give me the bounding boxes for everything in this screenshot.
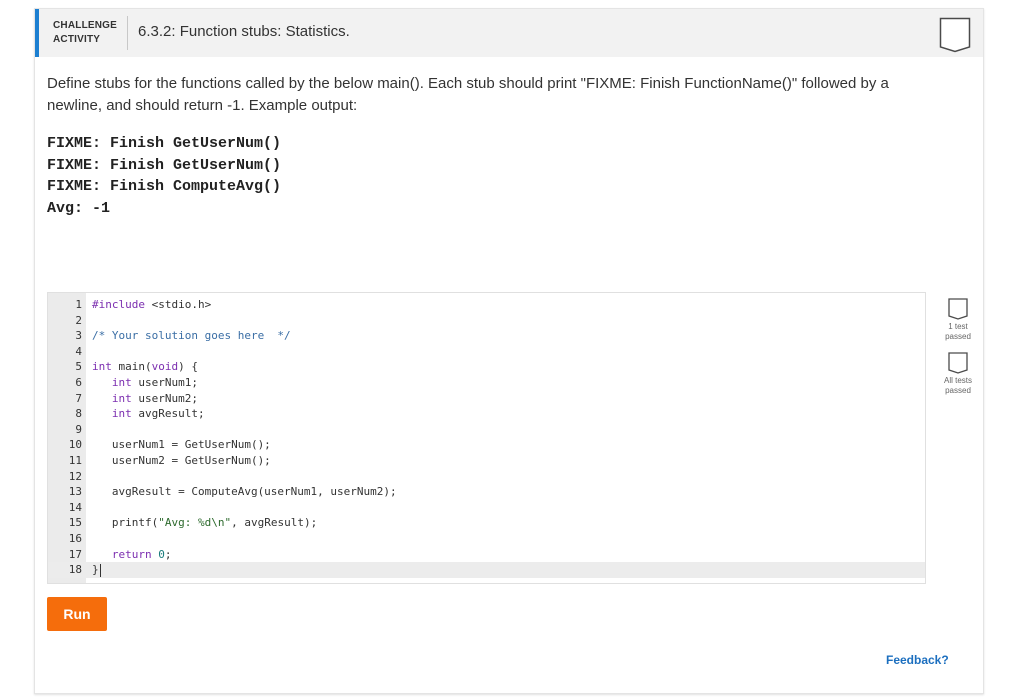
code-text: int avgResult; [92, 406, 205, 422]
run-button[interactable]: Run [47, 597, 107, 631]
line-number: 15 [48, 515, 82, 531]
code-editor[interactable]: 1 #include <stdio.h> 23 /* Your solution go… [47, 292, 926, 584]
label-line-activity: ACTIVITY [53, 33, 117, 47]
line-number: 6 [48, 375, 82, 391]
code-text: int userNum1; [92, 375, 198, 391]
line-number: 4 [48, 344, 82, 360]
test-status-item: All testspassed [931, 352, 985, 396]
line-number: 3 [48, 328, 82, 344]
code-line[interactable]: 12 [48, 469, 925, 485]
code-text: } [92, 562, 101, 578]
code-line[interactable]: 4 [48, 344, 925, 360]
code-line[interactable]: 11 userNum2 = GetUserNum(); [48, 453, 925, 469]
activity-title: 6.3.2: Function stubs: Statistics. [138, 23, 350, 40]
code-line[interactable]: 17 return 0; [48, 547, 925, 563]
code-line[interactable]: 9 [48, 422, 925, 438]
line-number: 14 [48, 500, 82, 516]
code-text: /* Your solution goes here */ [92, 328, 291, 344]
code-line[interactable]: 2 [48, 313, 925, 329]
feedback-link[interactable]: Feedback? [886, 653, 949, 667]
challenge-activity-card: CHALLENGE ACTIVITY 6.3.2: Function stubs… [34, 8, 984, 694]
code-text: userNum1 = GetUserNum(); [92, 437, 271, 453]
line-number: 18 [48, 562, 82, 578]
test-status-label: All testspassed [931, 376, 985, 396]
code-text: userNum2 = GetUserNum(); [92, 453, 271, 469]
line-number: 16 [48, 531, 82, 547]
code-text: printf("Avg: %d\n", avgResult); [92, 515, 317, 531]
line-number: 9 [48, 422, 82, 438]
line-number: 11 [48, 453, 82, 469]
header-divider [127, 16, 128, 50]
test-status-icon [948, 298, 968, 320]
code-line[interactable]: 15 printf("Avg: %d\n", avgResult); [48, 515, 925, 531]
example-output-line: FIXME: Finish ComputeAvg() [47, 176, 281, 198]
code-text: int main(void) { [92, 359, 198, 375]
line-number: 7 [48, 391, 82, 407]
test-status-label: 1 testpassed [931, 322, 985, 342]
code-line[interactable]: 7 int userNum2; [48, 391, 925, 407]
code-line[interactable]: 8 int avgResult; [48, 406, 925, 422]
text-cursor [100, 564, 101, 577]
label-line-challenge: CHALLENGE [53, 19, 117, 33]
line-number: 1 [48, 297, 82, 313]
code-line[interactable]: 18} [48, 562, 925, 578]
code-line[interactable]: 10 userNum1 = GetUserNum(); [48, 437, 925, 453]
test-status-panel: 1 testpassed All testspassed [931, 292, 985, 396]
line-number: 5 [48, 359, 82, 375]
example-output-line: FIXME: Finish GetUserNum() [47, 155, 281, 177]
example-output-line: FIXME: Finish GetUserNum() [47, 133, 281, 155]
code-text: return 0; [92, 547, 172, 563]
code-text: #include <stdio.h> [92, 297, 211, 313]
code-text: int userNum2; [92, 391, 198, 407]
code-line[interactable]: 6 int userNum1; [48, 375, 925, 391]
line-number: 8 [48, 406, 82, 422]
example-output: FIXME: Finish GetUserNum()FIXME: Finish … [47, 133, 281, 219]
completion-bookmark-icon [939, 17, 971, 53]
code-line[interactable]: 5 int main(void) { [48, 359, 925, 375]
example-output-line: Avg: -1 [47, 198, 281, 220]
code-line[interactable]: 14 [48, 500, 925, 516]
test-status-icon [948, 352, 968, 374]
instructions-text: Define stubs for the functions called by… [47, 73, 927, 117]
code-text: avgResult = ComputeAvg(userNum1, userNum… [92, 484, 397, 500]
line-number: 17 [48, 547, 82, 563]
activity-header: CHALLENGE ACTIVITY 6.3.2: Function stubs… [35, 9, 983, 57]
line-number: 2 [48, 313, 82, 329]
line-number: 12 [48, 469, 82, 485]
code-line[interactable]: 13 avgResult = ComputeAvg(userNum1, user… [48, 484, 925, 500]
line-number: 13 [48, 484, 82, 500]
test-status-item: 1 testpassed [931, 298, 985, 342]
code-line[interactable]: 16 [48, 531, 925, 547]
code-line[interactable]: 3 /* Your solution goes here */ [48, 328, 925, 344]
line-number: 10 [48, 437, 82, 453]
code-line[interactable]: 1 #include <stdio.h> [48, 297, 925, 313]
challenge-activity-label: CHALLENGE ACTIVITY [53, 19, 117, 47]
